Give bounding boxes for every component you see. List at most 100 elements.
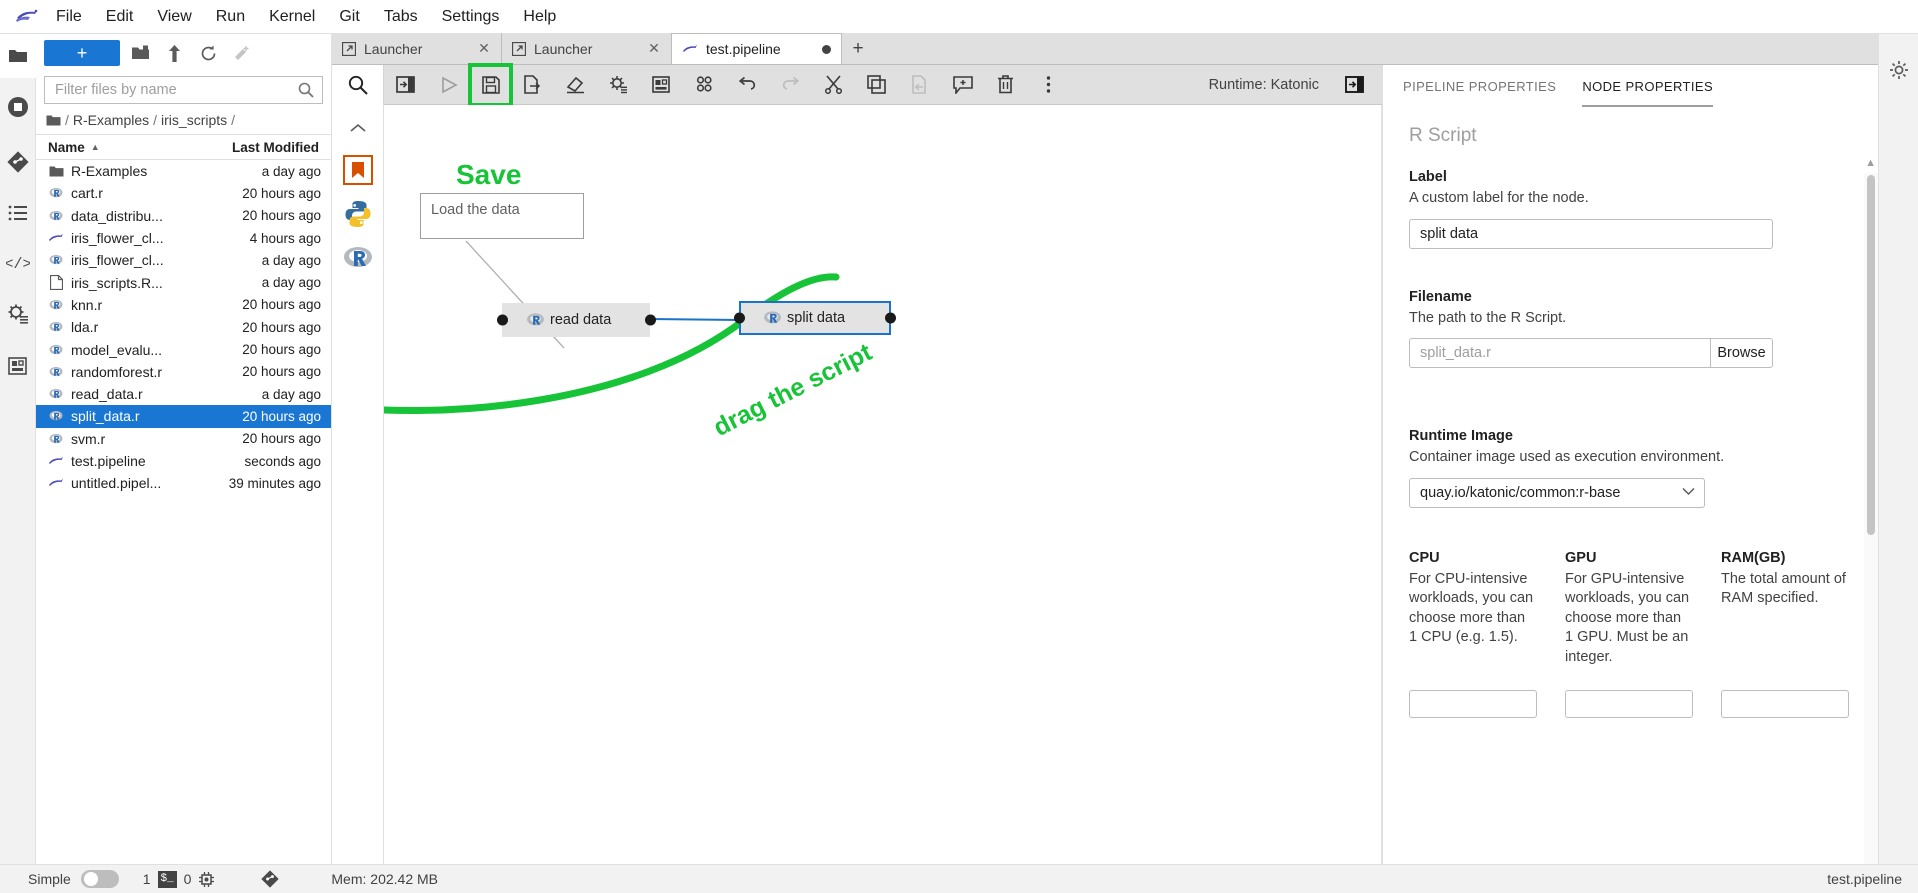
file-row[interactable]: split_data.r 20 hours ago	[36, 405, 331, 428]
close-icon[interactable]: ✕	[477, 40, 491, 57]
filename-input[interactable]	[1409, 338, 1711, 369]
node-input-port[interactable]	[496, 314, 508, 326]
cut-button[interactable]	[812, 65, 855, 105]
python-icon	[345, 201, 370, 227]
menu-file[interactable]: File	[44, 3, 94, 31]
field-gpu-title: GPU	[1565, 549, 1597, 566]
export-pipeline-button[interactable]	[511, 65, 554, 105]
sidebar-item-extension-manager[interactable]	[0, 340, 36, 392]
tab-test-pipeline[interactable]: test.pipeline	[672, 33, 842, 64]
upload-icon[interactable]	[160, 40, 188, 66]
sidebar-item-settings[interactable]	[1881, 46, 1917, 94]
menu-run[interactable]: Run	[204, 3, 257, 31]
pipeline-node-read-data[interactable]: read data	[496, 303, 656, 337]
r-file-icon	[48, 408, 64, 424]
menu-kernel[interactable]: Kernel	[257, 3, 327, 31]
new-checkpoint-icon[interactable]	[228, 40, 256, 66]
node-input-port[interactable]	[734, 312, 745, 324]
filter-files-box[interactable]	[44, 76, 323, 104]
file-row[interactable]: read_data.r a day ago	[36, 383, 331, 405]
sidebar-item-runtimes[interactable]	[0, 288, 36, 340]
paste-button[interactable]	[898, 65, 941, 105]
ram-input[interactable]	[1721, 689, 1849, 718]
browse-button[interactable]: Browse	[1710, 338, 1773, 369]
delete-button[interactable]	[984, 65, 1027, 105]
file-row[interactable]: lda.r 20 hours ago	[36, 316, 331, 338]
menu-tabs[interactable]: Tabs	[372, 3, 430, 31]
tab-pipeline-properties[interactable]: PIPELINE PROPERTIES	[1403, 79, 1556, 107]
toggle-properties-panel-button[interactable]	[1333, 65, 1376, 105]
menu-view[interactable]: View	[145, 3, 203, 31]
scroll-up-icon[interactable]: ▲	[1865, 157, 1876, 169]
filter-files-input[interactable]	[53, 81, 314, 99]
breadcrumb-part-1[interactable]: iris_scripts	[161, 112, 227, 128]
breadcrumb-folder-icon[interactable]	[46, 114, 61, 127]
unsaved-changes-indicator[interactable]	[822, 44, 831, 54]
gpu-input[interactable]	[1565, 689, 1693, 718]
node-output-port[interactable]	[644, 314, 656, 326]
file-row[interactable]: iris_flower_cl... 4 hours ago	[36, 227, 331, 249]
chevron-up-icon[interactable]	[349, 113, 366, 143]
add-comment-button[interactable]	[941, 65, 984, 105]
menu-edit[interactable]: Edit	[94, 3, 146, 31]
properties-scrollbar-thumb[interactable]	[1867, 175, 1875, 535]
add-tab-button[interactable]: +	[842, 33, 874, 64]
file-row[interactable]: randomforest.r 20 hours ago	[36, 361, 331, 383]
kernel-icon[interactable]	[198, 871, 215, 888]
redo-button[interactable]	[769, 65, 812, 105]
open-runtimes-button[interactable]	[597, 65, 640, 105]
git-status-icon[interactable]	[261, 870, 280, 888]
column-header-last-modified[interactable]: Last Modified	[217, 140, 327, 155]
cpu-input[interactable]	[1409, 689, 1537, 718]
file-row[interactable]: iris_flower_cl... a day ago	[36, 249, 331, 271]
menu-settings[interactable]: Settings	[430, 3, 512, 31]
open-component-catalogs-button[interactable]	[683, 65, 726, 105]
refresh-icon[interactable]	[194, 40, 222, 66]
save-pipeline-button[interactable]	[468, 62, 513, 107]
breadcrumb-part-0[interactable]: R-Examples	[73, 112, 149, 128]
menu-git[interactable]: Git	[327, 3, 371, 31]
runtime-image-select[interactable]	[1409, 477, 1705, 508]
tab-launcher-2[interactable]: Launcher ✕	[502, 33, 672, 64]
palette-item-r[interactable]	[341, 241, 375, 275]
pipeline-canvas[interactable]: Save Load the data read data split data …	[384, 105, 1382, 893]
undo-button[interactable]	[726, 65, 769, 105]
node-label-input[interactable]	[1409, 218, 1773, 249]
column-header-name[interactable]: Name ▲	[40, 140, 217, 155]
sidebar-item-file-browser[interactable]	[0, 34, 36, 78]
file-row[interactable]: svm.r 20 hours ago	[36, 428, 331, 450]
file-row[interactable]: untitled.pipel... 39 minutes ago	[36, 472, 331, 494]
new-launcher-button[interactable]: +	[44, 40, 120, 66]
tab-node-properties[interactable]: NODE PROPERTIES	[1582, 79, 1714, 107]
tab-launcher-1[interactable]: Launcher ✕	[332, 33, 502, 64]
palette-search-button[interactable]	[332, 64, 384, 105]
new-folder-icon[interactable]	[126, 40, 154, 66]
sidebar-item-git[interactable]	[0, 136, 36, 188]
file-row[interactable]: model_evalu... 20 hours ago	[36, 338, 331, 360]
file-row[interactable]: cart.r 20 hours ago	[36, 182, 331, 204]
open-runtime-images-button[interactable]	[640, 65, 683, 105]
palette-item-python[interactable]	[341, 197, 375, 231]
overflow-menu-button[interactable]	[1027, 65, 1070, 105]
close-icon[interactable]: ✕	[647, 40, 661, 57]
open-panel-button[interactable]	[384, 65, 427, 105]
file-name: iris_flower_cl...	[71, 230, 164, 247]
sidebar-item-table-of-contents[interactable]	[0, 188, 36, 238]
file-row[interactable]: data_distribu... 20 hours ago	[36, 205, 331, 227]
sidebar-item-running[interactable]	[0, 78, 36, 136]
canvas-comment-load-the-data[interactable]: Load the data	[420, 193, 584, 239]
pipeline-node-split-data[interactable]: split data	[734, 301, 896, 335]
palette-item-generic[interactable]	[341, 153, 375, 187]
file-row[interactable]: iris_scripts.R... a day ago	[36, 271, 331, 293]
run-pipeline-button[interactable]	[427, 65, 470, 105]
clear-pipeline-button[interactable]	[554, 65, 597, 105]
menu-help[interactable]: Help	[511, 3, 568, 31]
file-row[interactable]: test.pipeline seconds ago	[36, 450, 331, 472]
sidebar-item-code-snippets[interactable]: </>	[0, 238, 36, 288]
file-browser-toolbar: +	[36, 34, 331, 72]
simple-mode-toggle[interactable]	[80, 870, 119, 888]
file-row[interactable]: knn.r 20 hours ago	[36, 294, 331, 316]
node-output-port[interactable]	[885, 312, 896, 324]
copy-button[interactable]	[855, 65, 898, 105]
file-row[interactable]: R-Examples a day ago	[36, 160, 331, 182]
